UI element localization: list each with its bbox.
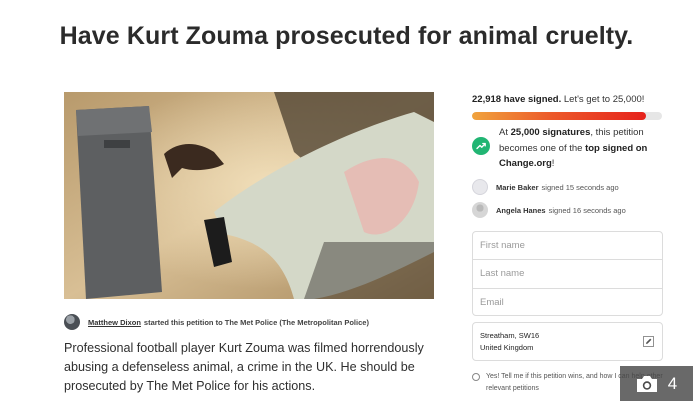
trending-up-icon [472,137,490,155]
recent-signer: Angela Hanes signed 16 seconds ago [472,202,672,218]
last-name-field[interactable]: Last name [473,260,662,289]
starter-rest-text: started this petition to The Met Police … [143,317,369,327]
location-line-2: United Kingdom [480,343,534,352]
camera-icon [636,375,657,392]
signer-time: signed 15 seconds ago [541,182,619,192]
avatar [472,179,488,195]
recent-signer: Marie Baker signed 15 seconds ago [472,179,672,195]
location-field[interactable]: Streatham, SW16 United Kingdom [472,322,663,361]
gallery-count: 4 [667,373,678,393]
edit-icon[interactable] [643,336,654,347]
starter-avatar [64,314,80,330]
photo-gallery-badge[interactable]: 4 [620,366,693,401]
petition-starter: Matthew Dixon started this petition to T… [64,313,444,331]
signed-count-text: 22,918 have signed. [472,94,562,105]
starter-name-link[interactable]: Matthew Dixon [88,318,141,327]
optin-radio[interactable] [472,373,480,381]
milestone-text: At 25,000 signatures, this petition beco… [499,127,648,169]
petition-video[interactable] [64,92,434,299]
petition-title: Have Kurt Zouma prosecuted for animal cr… [59,22,634,50]
petition-description: Professional football player Kurt Zouma … [64,341,424,393]
signer-name: Angela Hanes [496,205,546,215]
avatar [472,202,488,218]
signer-name: Marie Baker [496,182,539,192]
signer-time: signed 16 seconds ago [548,205,626,215]
email-field[interactable]: Email [473,289,662,315]
milestone-callout: At 25,000 signatures, this petition beco… [472,125,667,172]
progress-fill [472,112,647,120]
video-frame-image [64,92,434,299]
signature-count: 22,918 have signed. Let's get to 25,000! [472,94,644,105]
first-name-field[interactable]: First name [473,232,662,261]
goal-text: Let's get to 25,000! [563,94,645,105]
signature-progress-bar [472,112,662,120]
sign-form: First name Last name Email [472,231,663,316]
location-line-1: Streatham, SW16 [480,331,540,340]
